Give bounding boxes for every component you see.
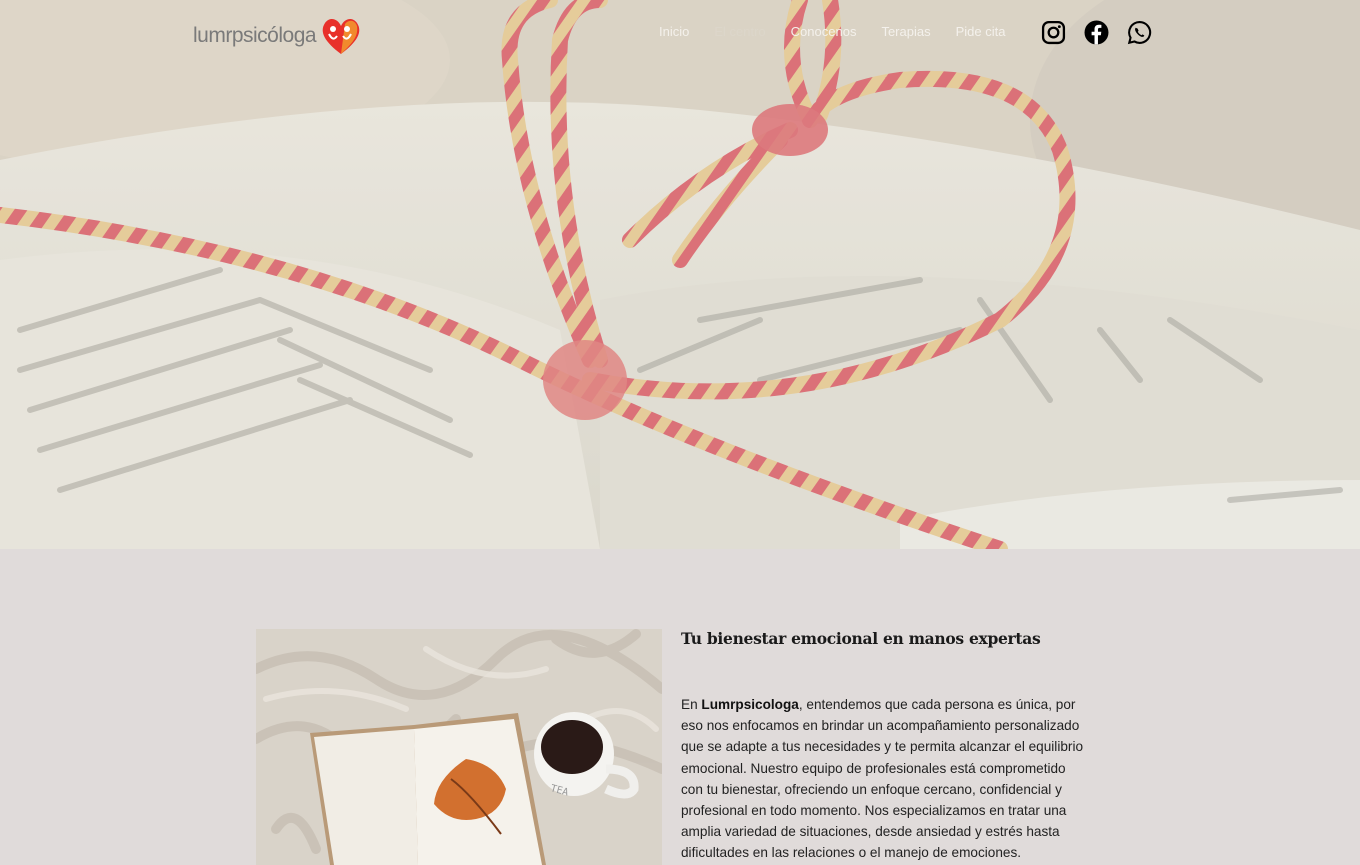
photo-book-leaf-tea: TEA <box>256 629 662 865</box>
content-photo: TEA <box>256 629 662 865</box>
intro-prefix: En <box>681 697 702 712</box>
instagram-icon[interactable] <box>1041 20 1066 45</box>
nav-item-terapias[interactable]: Terapias <box>881 24 930 39</box>
section-paragraph: En Lumrpsicologa, entendemos que cada pe… <box>681 694 1091 864</box>
body-text: , entendemos que cada persona es única, … <box>681 697 1084 861</box>
hero-overlay <box>0 0 1360 549</box>
logo-heart-icon <box>322 19 360 55</box>
main-nav: Inicio El centro Conocenos Terapias Pide… <box>659 24 1030 39</box>
section-title: Tu bienestar emocional en manos expertas <box>681 629 1041 648</box>
logo[interactable]: lumrpsicóloga <box>193 16 363 56</box>
site-header: lumrpsicóloga Inicio El centro Conocenos… <box>0 0 1360 66</box>
nav-item-conocenos[interactable]: Conocenos <box>791 24 857 39</box>
content-block: Tu bienestar emocional en manos expertas… <box>681 628 1091 864</box>
social-links <box>1041 20 1170 45</box>
whatsapp-icon[interactable] <box>1127 20 1152 45</box>
hero-banner <box>0 0 1360 549</box>
logo-text: lumrpsicóloga <box>193 24 317 47</box>
brand-name: Lumrpsicologa <box>701 697 799 712</box>
nav-item-inicio[interactable]: Inicio <box>659 24 689 39</box>
facebook-icon[interactable] <box>1084 20 1109 45</box>
nav-item-el-centro[interactable]: El centro <box>714 24 765 39</box>
nav-item-pide-cita[interactable]: Pide cita <box>956 24 1006 39</box>
